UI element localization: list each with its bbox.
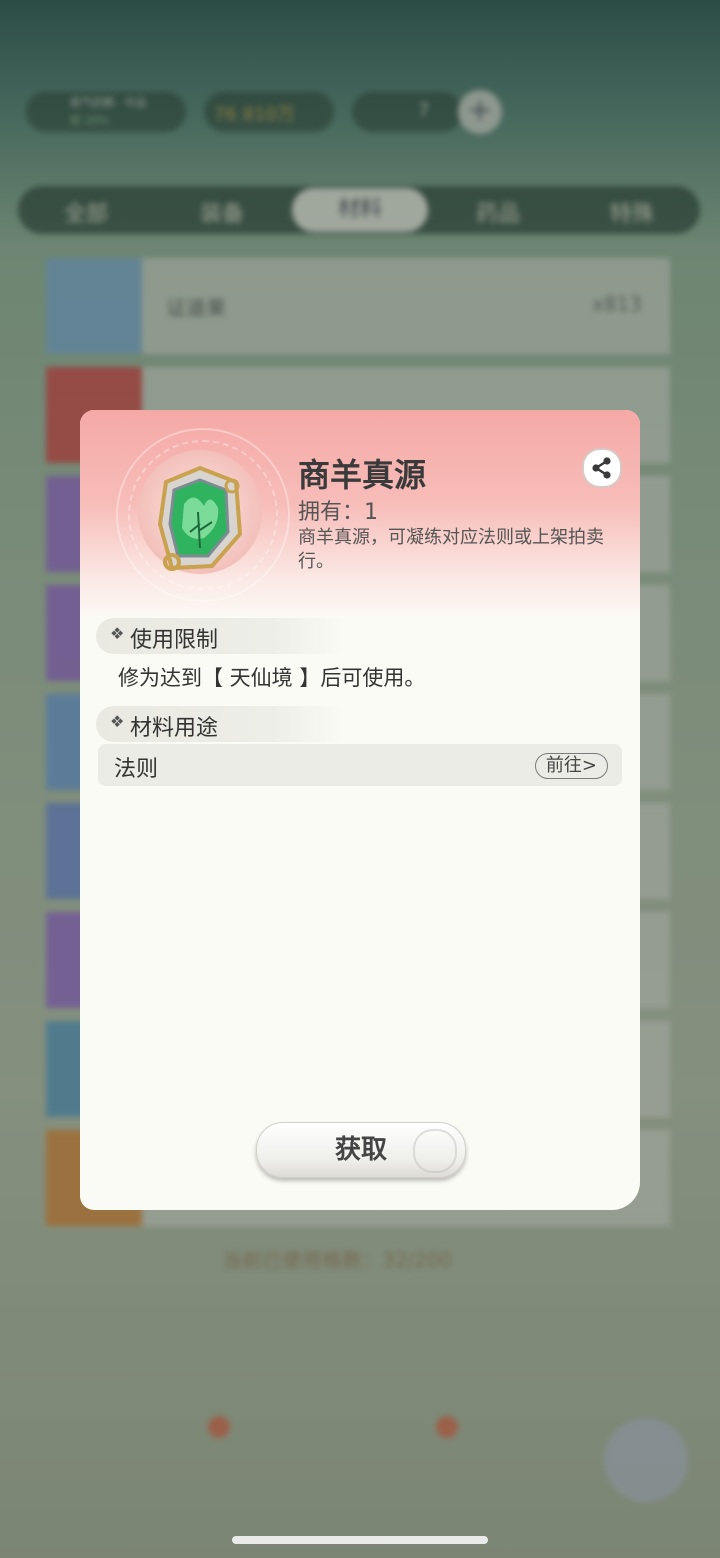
usage-item-name: 法则 xyxy=(114,757,159,782)
item-description: 商羊真源，可凝练对应法则或上架拍卖行。 xyxy=(298,527,604,572)
goto-button[interactable]: 前往> xyxy=(534,753,608,779)
diamond-bullet-icon: ❖ xyxy=(110,624,125,643)
item-owned-count: 拥有：1 xyxy=(298,500,378,525)
usage-row: 法则 前往> xyxy=(98,744,622,786)
obtain-button[interactable]: 获取 xyxy=(256,1122,466,1178)
home-indicator[interactable] xyxy=(232,1536,488,1544)
section-title: 材料用途 xyxy=(130,716,219,741)
section-title: 使用限制 xyxy=(130,628,219,653)
cloud-pattern-icon xyxy=(413,1129,457,1173)
share-button[interactable] xyxy=(582,448,622,488)
item-title: 商羊真源 xyxy=(298,456,427,494)
section-material-usage: ❖ 材料用途 xyxy=(96,706,346,742)
share-icon xyxy=(592,457,611,479)
obtain-button-label: 获取 xyxy=(334,1135,387,1165)
section-usage-limit: ❖ 使用限制 xyxy=(96,618,346,654)
item-detail-modal: 商羊真源 拥有：1 商羊真源，可凝练对应法则或上架拍卖行。 ❖ 使用限制 修为达… xyxy=(80,410,640,1210)
jade-amulet-icon xyxy=(157,465,243,571)
usage-limit-text: 修为达到【 天仙境 】后可使用。 xyxy=(118,666,426,690)
diamond-bullet-icon: ❖ xyxy=(110,712,125,731)
